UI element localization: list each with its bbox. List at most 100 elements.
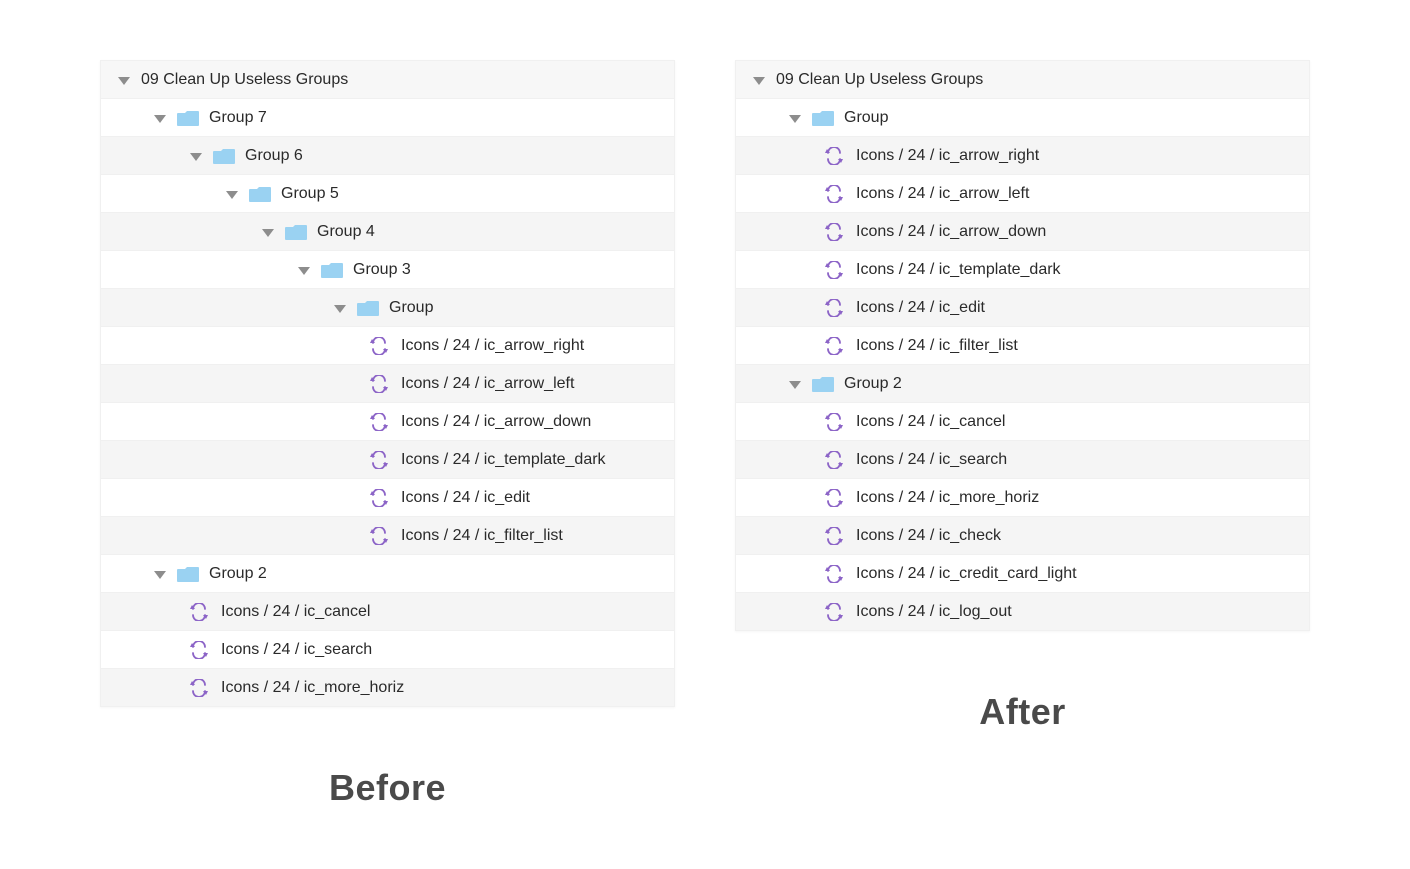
- row-label: Group: [844, 109, 888, 127]
- tree-row[interactable]: Icons / 24 / ic_template_dark: [101, 441, 674, 479]
- tree-row[interactable]: Group 3: [101, 251, 674, 289]
- symbol-instance-icon: [369, 413, 389, 431]
- symbol-instance-icon: [189, 641, 209, 659]
- tree-row[interactable]: Group 5: [101, 175, 674, 213]
- symbol-instance-icon: [369, 337, 389, 355]
- chevron-down-icon[interactable]: [153, 114, 167, 124]
- tree-row[interactable]: Group 2: [736, 365, 1309, 403]
- folder-icon: [812, 109, 834, 127]
- symbol-instance-icon: [824, 527, 844, 545]
- folder-icon: [213, 147, 235, 165]
- symbol-instance-icon: [824, 413, 844, 431]
- symbol-instance-icon: [824, 489, 844, 507]
- row-label: Group 7: [209, 109, 267, 127]
- row-label: Icons / 24 / ic_arrow_right: [401, 337, 584, 355]
- symbol-instance-icon: [369, 527, 389, 545]
- tree-row[interactable]: Group 7: [101, 99, 674, 137]
- tree-row[interactable]: Icons / 24 / ic_search: [736, 441, 1309, 479]
- tree-row[interactable]: Icons / 24 / ic_more_horiz: [736, 479, 1309, 517]
- row-label: Icons / 24 / ic_arrow_down: [856, 223, 1046, 241]
- folder-icon: [177, 565, 199, 583]
- folder-icon: [357, 299, 379, 317]
- chevron-down-icon[interactable]: [153, 570, 167, 580]
- tree-row[interactable]: Icons / 24 / ic_template_dark: [736, 251, 1309, 289]
- chevron-down-icon[interactable]: [261, 228, 275, 238]
- folder-icon: [321, 261, 343, 279]
- tree-row[interactable]: Icons / 24 / ic_more_horiz: [101, 669, 674, 707]
- tree-row[interactable]: Icons / 24 / ic_cancel: [736, 403, 1309, 441]
- tree-header[interactable]: 09 Clean Up Useless Groups: [101, 61, 674, 99]
- chevron-down-icon[interactable]: [788, 114, 802, 124]
- row-label: Icons / 24 / ic_check: [856, 527, 1001, 545]
- tree-row[interactable]: Group 4: [101, 213, 674, 251]
- symbol-instance-icon: [369, 489, 389, 507]
- after-column: 09 Clean Up Useless Groups Group Icons / 2…: [735, 60, 1310, 733]
- folder-icon: [249, 185, 271, 203]
- row-label: Icons / 24 / ic_arrow_down: [401, 413, 591, 431]
- tree-row[interactable]: Icons / 24 / ic_arrow_left: [101, 365, 674, 403]
- chevron-down-icon[interactable]: [117, 76, 131, 86]
- row-label: Icons / 24 / ic_more_horiz: [856, 489, 1039, 507]
- tree-row[interactable]: Icons / 24 / ic_filter_list: [736, 327, 1309, 365]
- row-label: Icons / 24 / ic_cancel: [856, 413, 1005, 431]
- tree-row[interactable]: Icons / 24 / ic_edit: [736, 289, 1309, 327]
- folder-icon: [285, 223, 307, 241]
- tree-row[interactable]: Icons / 24 / ic_log_out: [736, 593, 1309, 631]
- symbol-instance-icon: [824, 603, 844, 621]
- tree-row[interactable]: Icons / 24 / ic_search: [101, 631, 674, 669]
- chevron-down-icon[interactable]: [225, 190, 239, 200]
- row-label: Icons / 24 / ic_search: [221, 641, 372, 659]
- row-label: Icons / 24 / ic_arrow_right: [856, 147, 1039, 165]
- row-label: Icons / 24 / ic_filter_list: [401, 527, 563, 545]
- symbol-instance-icon: [824, 451, 844, 469]
- tree-row[interactable]: Icons / 24 / ic_arrow_right: [736, 137, 1309, 175]
- symbol-instance-icon: [824, 337, 844, 355]
- chevron-down-icon[interactable]: [752, 76, 766, 86]
- tree-row[interactable]: Group: [736, 99, 1309, 137]
- symbol-instance-icon: [824, 147, 844, 165]
- before-column: 09 Clean Up Useless Groups Group 7 Group 6…: [100, 60, 675, 809]
- tree-row[interactable]: Icons / 24 / ic_arrow_left: [736, 175, 1309, 213]
- row-label: Group 4: [317, 223, 375, 241]
- tree-row[interactable]: Icons / 24 / ic_check: [736, 517, 1309, 555]
- symbol-instance-icon: [824, 261, 844, 279]
- row-label: Icons / 24 / ic_cancel: [221, 603, 370, 621]
- after-panel: 09 Clean Up Useless Groups Group Icons / 2…: [735, 60, 1310, 631]
- row-label: Group: [389, 299, 433, 317]
- after-caption: After: [979, 691, 1066, 733]
- folder-icon: [812, 375, 834, 393]
- chevron-down-icon[interactable]: [788, 380, 802, 390]
- symbol-instance-icon: [189, 679, 209, 697]
- tree-row[interactable]: Group: [101, 289, 674, 327]
- tree-row[interactable]: Group 2: [101, 555, 674, 593]
- row-label: Icons / 24 / ic_filter_list: [856, 337, 1018, 355]
- chevron-down-icon[interactable]: [189, 152, 203, 162]
- header-label: 09 Clean Up Useless Groups: [776, 71, 983, 89]
- tree-row[interactable]: Icons / 24 / ic_credit_card_light: [736, 555, 1309, 593]
- row-label: Group 3: [353, 261, 411, 279]
- row-label: Icons / 24 / ic_template_dark: [401, 451, 606, 469]
- symbol-instance-icon: [369, 375, 389, 393]
- row-label: Group 5: [281, 185, 339, 203]
- row-label: Icons / 24 / ic_search: [856, 451, 1007, 469]
- folder-icon: [177, 109, 199, 127]
- tree-row[interactable]: Icons / 24 / ic_arrow_down: [736, 213, 1309, 251]
- row-label: Icons / 24 / ic_edit: [856, 299, 985, 317]
- tree-header[interactable]: 09 Clean Up Useless Groups: [736, 61, 1309, 99]
- row-label: Icons / 24 / ic_more_horiz: [221, 679, 404, 697]
- symbol-instance-icon: [824, 223, 844, 241]
- header-label: 09 Clean Up Useless Groups: [141, 71, 348, 89]
- chevron-down-icon[interactable]: [297, 266, 311, 276]
- tree-row[interactable]: Icons / 24 / ic_arrow_down: [101, 403, 674, 441]
- symbol-instance-icon: [824, 299, 844, 317]
- row-label: Icons / 24 / ic_edit: [401, 489, 530, 507]
- tree-row[interactable]: Group 6: [101, 137, 674, 175]
- tree-row[interactable]: Icons / 24 / ic_arrow_right: [101, 327, 674, 365]
- row-label: Group 2: [844, 375, 902, 393]
- tree-row[interactable]: Icons / 24 / ic_filter_list: [101, 517, 674, 555]
- tree-row[interactable]: Icons / 24 / ic_cancel: [101, 593, 674, 631]
- chevron-down-icon[interactable]: [333, 304, 347, 314]
- symbol-instance-icon: [824, 185, 844, 203]
- row-label: Icons / 24 / ic_arrow_left: [856, 185, 1029, 203]
- tree-row[interactable]: Icons / 24 / ic_edit: [101, 479, 674, 517]
